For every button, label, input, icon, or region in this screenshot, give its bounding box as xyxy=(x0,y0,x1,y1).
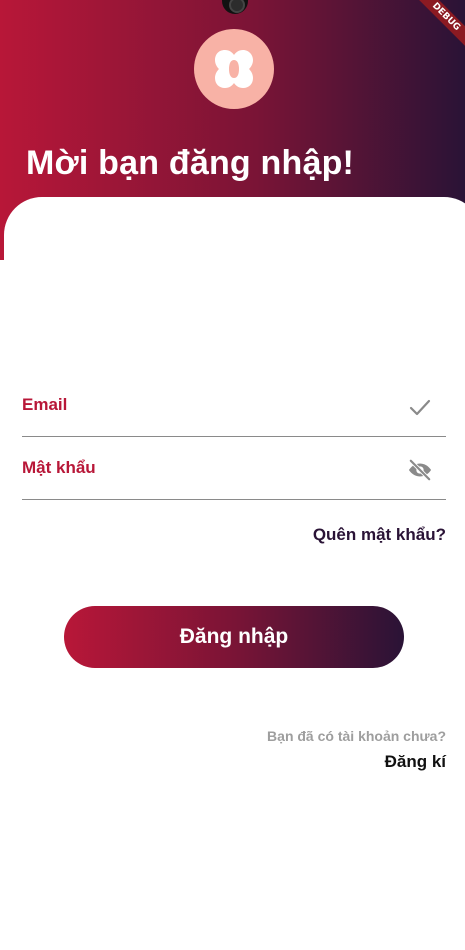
form-card xyxy=(4,197,465,950)
login-button[interactable]: Đăng nhập xyxy=(64,606,404,668)
login-screen: DEBUG Mời bạn đăng nhập! Email Mật khẩu xyxy=(0,0,465,950)
password-label: Mật khẩu xyxy=(22,458,96,477)
email-label: Email xyxy=(22,395,68,414)
app-logo-icon xyxy=(194,29,274,109)
eye-off-icon[interactable] xyxy=(406,456,434,484)
forgot-password-link[interactable]: Quên mật khẩu? xyxy=(313,525,446,545)
debug-banner: DEBUG xyxy=(409,0,465,54)
check-icon xyxy=(406,393,434,421)
password-field[interactable]: Mật khẩu xyxy=(22,436,446,500)
page-title: Mời bạn đăng nhập! xyxy=(26,144,355,182)
no-account-text: Bạn đã có tài khoản chưa? xyxy=(267,728,446,744)
register-link[interactable]: Đăng kí xyxy=(385,752,446,772)
camera-cutout xyxy=(222,0,248,14)
email-field[interactable]: Email xyxy=(22,373,446,437)
